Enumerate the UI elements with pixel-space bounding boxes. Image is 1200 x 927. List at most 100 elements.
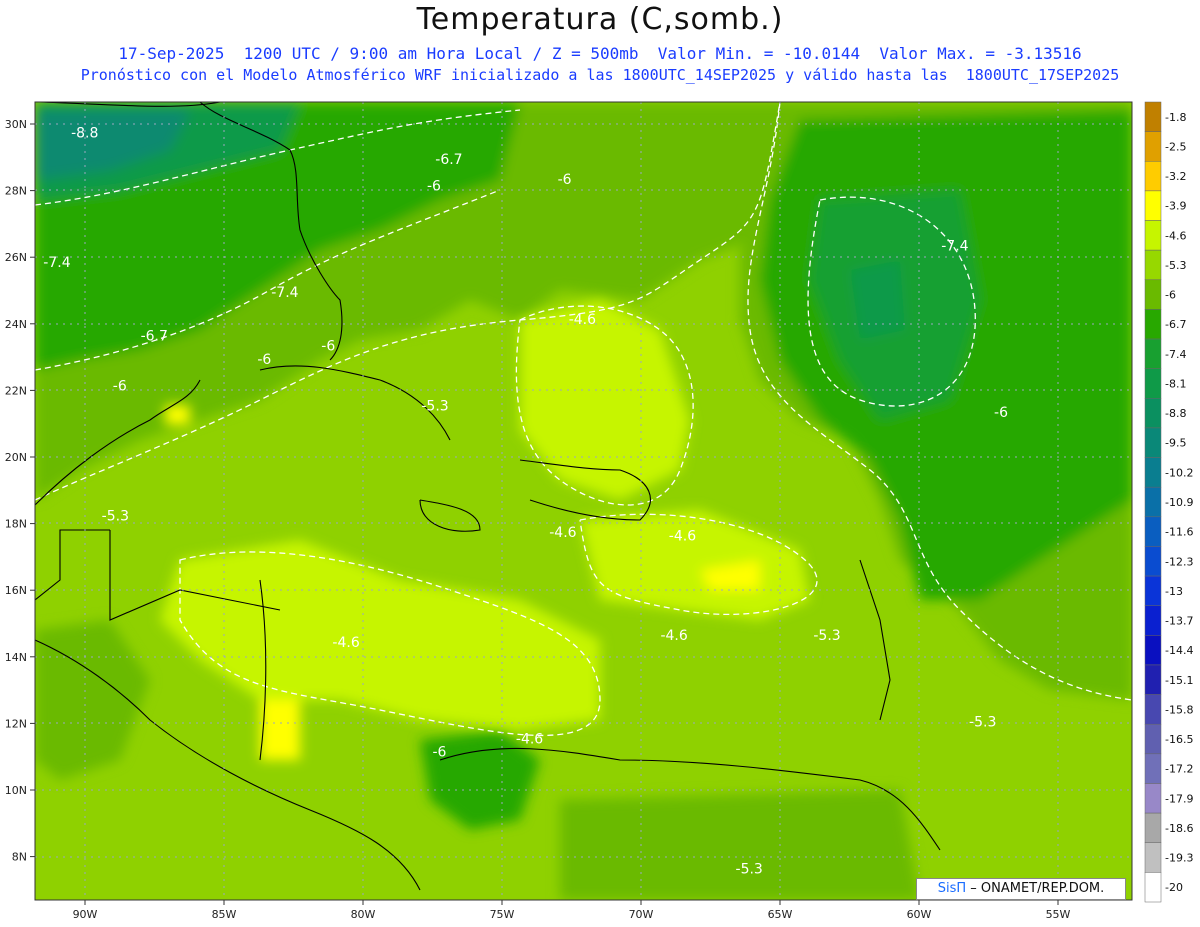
legend-swatch: [1144, 783, 1162, 814]
contour-label: -4.6: [549, 525, 576, 541]
legend-swatch: [1144, 131, 1162, 162]
field-zone-6-sa: [560, 790, 920, 900]
contour-label: -6: [558, 172, 572, 188]
legend-swatch: [1144, 457, 1162, 488]
legend-swatch: [1144, 635, 1162, 666]
contour-label: -6: [427, 179, 441, 195]
field-zone-39-honduras: [260, 700, 300, 760]
legend-swatch: [1144, 546, 1162, 577]
lat-tick-label: 14N: [5, 651, 27, 664]
contour-label: -4.6: [669, 528, 696, 544]
legend-swatch: [1144, 427, 1162, 458]
lat-tick-label: 16N: [5, 584, 27, 597]
legend-label: -8.8: [1165, 407, 1186, 420]
lon-tick-label: 80W: [351, 908, 376, 921]
legend-swatch: [1144, 368, 1162, 399]
legend-swatch: [1144, 872, 1162, 903]
legend-label: -5.3: [1165, 259, 1186, 272]
legend-label: -9.5: [1165, 437, 1186, 450]
contour-label: -4.6: [332, 635, 359, 651]
legend-swatch: [1144, 605, 1162, 636]
contour-label: -6: [113, 378, 127, 394]
legend-swatch: [1144, 190, 1162, 221]
legend-label: -11.6: [1165, 526, 1193, 539]
legend-swatch: [1144, 338, 1162, 369]
legend-swatch: [1144, 694, 1162, 725]
legend-label: -10.2: [1165, 466, 1193, 479]
legend-label: -4.6: [1165, 229, 1186, 242]
contour-label: -6: [257, 352, 271, 368]
contour-label: -5.3: [736, 861, 763, 877]
lon-tick-label: 90W: [73, 908, 98, 921]
lat-tick-label: 18N: [5, 518, 27, 531]
contour-label: -4.6: [660, 628, 687, 644]
legend-label: -19.3: [1165, 852, 1193, 865]
lon-tick-label: 60W: [907, 908, 932, 921]
lon-tick-label: 55W: [1046, 908, 1071, 921]
legend-swatch: [1144, 575, 1162, 606]
legend-label: -6.7: [1165, 318, 1186, 331]
legend-swatch: [1144, 486, 1162, 518]
legend-label: -12.3: [1165, 555, 1193, 568]
color-legend: -1.8 -2.5 -3.2 -3.9 -4.6 -5.3 -6 -6.7 -7.4 -8.1 -8…: [1144, 101, 1193, 903]
longitude-axis: 90W 85W 80W 75W 70W 65W 60W 55W: [73, 900, 1071, 921]
legend-label: -13: [1165, 585, 1183, 598]
legend-label: -14.4: [1165, 644, 1193, 657]
lat-tick-label: 24N: [5, 318, 27, 331]
contour-label: -7.4: [941, 239, 968, 255]
credit-brand: SisΠ: [937, 881, 967, 896]
legend-swatch: [1144, 398, 1162, 429]
legend-swatch: [1144, 249, 1162, 281]
legend-swatch: [1144, 161, 1162, 192]
legend-swatch: [1144, 220, 1162, 251]
legend-swatch: [1144, 842, 1162, 873]
lat-tick-label: 26N: [5, 251, 27, 264]
contour-label: -8.8: [71, 125, 98, 141]
legend-swatch: [1144, 753, 1162, 784]
contour-label: -6: [321, 338, 335, 354]
legend-label: -7.4: [1165, 348, 1186, 361]
legend-label: -17.2: [1165, 763, 1193, 776]
legend-label: -18.6: [1165, 822, 1193, 835]
legend-swatch: [1144, 279, 1162, 310]
contour-label: -6.7: [435, 152, 462, 168]
lat-tick-label: 22N: [5, 384, 27, 397]
lat-tick-label: 12N: [5, 717, 27, 730]
legend-label: -13.7: [1165, 615, 1193, 628]
lat-tick-label: 28N: [5, 185, 27, 198]
contour-label: -6.7: [141, 328, 168, 344]
legend-label: -3.9: [1165, 200, 1186, 213]
legend-label: -10.9: [1165, 496, 1193, 509]
legend-label: -20: [1165, 881, 1183, 894]
legend-label: -17.9: [1165, 792, 1193, 805]
legend-label: -2.5: [1165, 140, 1186, 153]
legend-label: -15.1: [1165, 674, 1193, 687]
legend-label: -1.8: [1165, 111, 1186, 124]
contour-label: -5.3: [102, 508, 129, 524]
contour-label: -7.4: [43, 255, 70, 271]
latitude-axis: 30N 28N 26N 24N 22N 20N 18N 16N 14N 12N 10N 8N: [5, 118, 35, 864]
credit-text: – ONAMET/REP.DOM.: [970, 881, 1105, 896]
lat-tick-label: 8N: [12, 851, 27, 864]
credit-box: SisΠ – ONAMET/REP.DOM.: [916, 878, 1126, 900]
contour-label: -4.6: [516, 731, 543, 747]
contour-label: -5.3: [813, 628, 840, 644]
lat-tick-label: 30N: [5, 118, 27, 131]
lon-tick-label: 85W: [212, 908, 237, 921]
legend-label: -8.1: [1165, 377, 1186, 390]
legend-label: -6: [1165, 289, 1176, 302]
legend-swatch: [1144, 723, 1162, 755]
contour-label: -7.4: [271, 285, 298, 301]
legend-swatch: [1144, 516, 1162, 547]
legend-swatch: [1144, 309, 1162, 340]
lon-tick-label: 75W: [490, 908, 515, 921]
contour-label: -6: [433, 745, 447, 761]
legend-label: -16.5: [1165, 733, 1193, 746]
contour-label: -4.6: [569, 312, 596, 328]
forecast-map: -8.8 -6.7 -6 -6 -7.4 -7.4 -6.7 -6 -6 -6 -4.6 -7.4 -5…: [5, 101, 1193, 921]
temperature-field: -8.8 -6.7 -6 -6 -7.4 -7.4 -6.7 -6 -6 -6 -4.6 -7.4 -5…: [35, 102, 1132, 900]
legend-swatch: [1144, 101, 1162, 132]
contour-label: -5.3: [969, 715, 996, 731]
legend-swatch: [1144, 664, 1162, 695]
legend-swatch: [1144, 812, 1162, 843]
